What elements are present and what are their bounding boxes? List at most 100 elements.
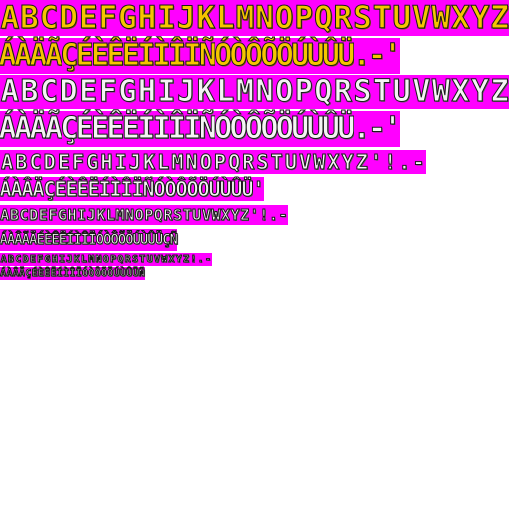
glyph-cell: J [176, 0, 196, 36]
glyph-cell: W [431, 0, 451, 36]
glyph-cell: C [39, 74, 59, 109]
glyph-cell: M [235, 74, 255, 109]
glyph-cell: P [212, 150, 227, 174]
glyph-cell: F [36, 253, 44, 266]
glyph-cell: Ñ [138, 267, 145, 280]
glyph-cell: C [14, 253, 22, 266]
glyph-cell: Ê [76, 177, 89, 201]
glyph-cell: I [113, 150, 128, 174]
glyph-cell: E [56, 150, 71, 174]
glyph-cell: O [198, 150, 213, 174]
glyph-cell: ' [383, 111, 402, 147]
glyph-cell: Y [470, 0, 490, 36]
glyph-cell: ! [189, 253, 198, 266]
glyph-cell: I [156, 74, 177, 109]
glyph-cell: L [215, 0, 235, 36]
glyph-cell: W [160, 253, 168, 266]
glyph-cell: Y [230, 205, 240, 225]
glyph-cell: Ì [109, 177, 122, 201]
glyph-cell: X [167, 253, 176, 266]
glyph-cell: U [192, 205, 202, 225]
glyph-cell: Ü [241, 177, 254, 201]
glyph-cell: O [274, 74, 294, 109]
glyph-cell: J [86, 205, 96, 225]
glyph-cell: N [94, 253, 103, 266]
glyph-cell: Z [489, 74, 510, 109]
glyph-cell: G [118, 0, 137, 36]
glyph-cell: A [0, 205, 10, 225]
glyph-cell: K [96, 205, 106, 225]
glyph-cell: ' [252, 177, 265, 201]
glyph-cell: B [20, 0, 39, 36]
glyph-cell: G [85, 150, 100, 174]
glyph-cell: Z [490, 0, 509, 36]
glyph-cell: Q [116, 253, 125, 266]
glyph-cell: C [28, 150, 43, 174]
glyph-cell: È [65, 177, 78, 201]
glyph-cell: F [70, 150, 86, 174]
glyph-cell: O [102, 253, 110, 266]
glyph-cell: I [77, 205, 87, 225]
glyph-cell: L [80, 253, 88, 266]
glyph-cell: Z [240, 205, 250, 225]
glyph-cell: E [78, 74, 98, 109]
glyph-cell: Î [120, 177, 133, 201]
glyph-cell: ! [383, 150, 398, 174]
glyph-cell: G [57, 205, 67, 225]
glyph-cell: M [87, 253, 95, 266]
glyph-cell: Í [98, 177, 111, 201]
glyph-cell: Ä [32, 177, 45, 201]
glyph-cell: P [109, 253, 117, 266]
glyph-cell: ' [368, 150, 384, 174]
glyph-cell: A [0, 74, 20, 109]
glyph-row-6: Á À Â Ä Ç É È Ê Ë Í Ì Î Ï Ñ Ó Ò Ô Õ Ö Ú Ù Û Ü ' [0, 177, 265, 201]
glyph-cell: B [19, 74, 40, 109]
glyph-cell: P [144, 205, 154, 225]
glyph-cell: P [293, 74, 314, 109]
glyph-cell: I [157, 0, 176, 36]
glyph-cell: B [9, 205, 19, 225]
glyph-row-10: ÁÀÂÄÇÉÈÊËÍÌÎÏÓÒÔÕÖÚÙÛÜÑ [0, 267, 145, 280]
glyph-cell: L [215, 74, 236, 109]
glyph-cell: T [269, 150, 284, 174]
glyph-row-8: ÁÀÂÃÄÉÈÊËÍÌÎÏÓÒÔÕÖÚÙÛÜÇÑ [0, 229, 178, 251]
glyph-cell: Q [227, 150, 242, 174]
glyph-cell: G [117, 74, 138, 109]
glyph-cell: F [98, 0, 118, 36]
glyph-cell: S [352, 74, 373, 109]
glyph-cell: V [297, 150, 313, 174]
glyph-cell: X [326, 150, 341, 174]
glyph-cell: N [255, 0, 274, 36]
glyph-cell: R [333, 74, 353, 109]
glyph-row-1: ABCDEFGHIJKLMNOPQRSTUVWXYZ [0, 0, 509, 36]
glyph-cell: L [156, 150, 171, 174]
glyph-cell: V [201, 205, 211, 225]
glyph-cell: K [195, 74, 216, 109]
glyph-cell: T [372, 0, 392, 36]
glyph-cell: X [451, 0, 470, 36]
glyph-cell: C [39, 0, 59, 36]
glyph-cell: Y [175, 253, 183, 266]
glyph-cell: X [450, 74, 471, 109]
glyph-cell: M [170, 150, 185, 174]
glyph-cell: Z [182, 253, 190, 266]
glyph-cell: A [0, 150, 15, 174]
glyph-cell: Y [340, 150, 355, 174]
glyph-cell: Y [470, 74, 490, 109]
glyph-cell: E [29, 253, 37, 266]
glyph-cell: F [48, 205, 58, 225]
glyph-cell: H [67, 205, 77, 225]
glyph-cell: D [42, 150, 57, 174]
glyph-cell: K [72, 253, 81, 266]
glyph-cell: H [99, 150, 114, 174]
glyph-cell: T [138, 253, 146, 266]
glyph-cell: - [411, 150, 426, 174]
glyph-cell: J [176, 74, 196, 109]
glyph-cell: V [153, 253, 161, 266]
glyph-cell: C [19, 205, 29, 225]
glyph-cell: L [105, 205, 115, 225]
glyph-cell: O [134, 205, 144, 225]
glyph-cell: . [197, 253, 205, 266]
glyph-cell: W [431, 74, 451, 109]
glyph-cell: D [58, 74, 79, 109]
